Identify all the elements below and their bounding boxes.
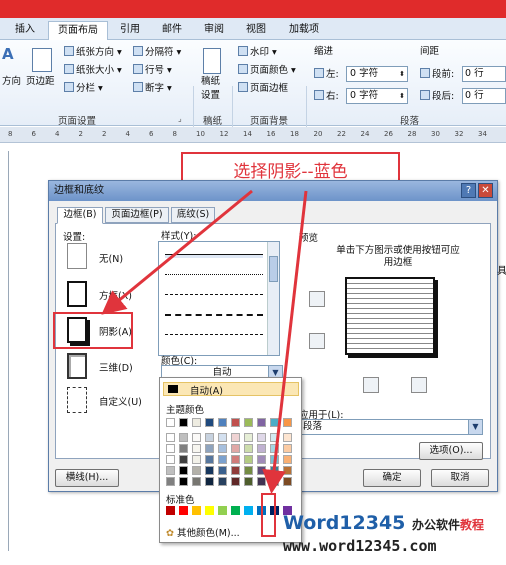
- tab-borders[interactable]: 边框(B): [57, 207, 103, 224]
- watermark-url: www.word12345.com: [283, 537, 437, 555]
- annotation-arrows: [101, 189, 308, 494]
- watermark-brand: Word12345 办公软件教程: [283, 512, 485, 534]
- arrow-to-shadow: [101, 189, 253, 315]
- arrow-to-blue: [262, 190, 308, 494]
